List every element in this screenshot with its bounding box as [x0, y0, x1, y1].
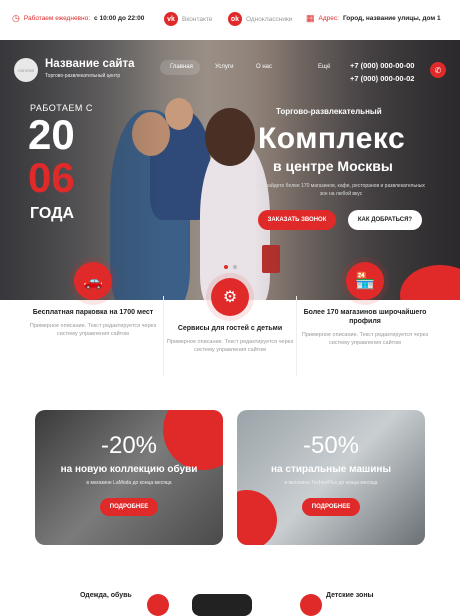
hero-description: Вы найдете более 170 магазинов, кафе, ре… — [257, 183, 425, 197]
category-image — [192, 594, 252, 616]
promo-details-button[interactable]: ПОДРОБНЕЕ — [100, 498, 158, 516]
promo-percent: -20% — [100, 432, 158, 459]
years-label: ГОДА — [30, 205, 75, 222]
category-kids[interactable]: Детские зоны — [326, 592, 374, 599]
feature-parking: 🚗 Бесплатная парковка на 1700 мест Приме… — [28, 262, 158, 338]
slider-dot-1[interactable] — [224, 265, 228, 269]
promo-subtitle: в магазине TechnoPlus до конца месяца — [284, 480, 378, 486]
hours: ◷ Работаем ежедневно: с 10:00 до 22:00 — [12, 14, 144, 23]
slider-dots — [224, 265, 237, 269]
nav-services[interactable]: Услуги — [215, 64, 233, 70]
ok-label: Одноклассники — [246, 15, 293, 23]
nav-about[interactable]: О нас — [256, 64, 272, 70]
hours-label: Работаем ежедневно: — [23, 15, 91, 22]
address: ▦ Адрес: Город, название улицы, дом 1 — [306, 14, 441, 23]
vk-icon: vk — [164, 12, 178, 26]
feature-shops: 🏪 Более 170 магазинов широчайшего профил… — [300, 262, 430, 347]
nav-home[interactable]: Главная — [170, 64, 193, 70]
phone-icon[interactable]: ✆ — [430, 62, 446, 78]
promo-card-shoes[interactable]: -20% на новую коллекцию обуви в магазине… — [35, 410, 223, 545]
feature-title: Сервисы для гостей с детьми — [177, 325, 283, 332]
category-clothes-icon — [147, 594, 169, 616]
phone-1[interactable]: +7 (000) 000-00-00 — [350, 59, 414, 72]
divider — [296, 296, 297, 376]
hero-subtitle: Торгово-развлекательный — [276, 107, 382, 116]
site-name[interactable]: Название сайта — [45, 58, 135, 70]
phone-2[interactable]: +7 (000) 000-00-02 — [350, 72, 414, 85]
hours-value: с 10:00 до 22:00 — [94, 15, 145, 22]
slider-dot-2[interactable] — [233, 265, 237, 269]
route-button[interactable]: КАК ДОБРАТЬСЯ? — [348, 210, 422, 230]
year-top: 20 — [28, 111, 75, 158]
vk-label: Вконтакте — [182, 15, 213, 23]
address-value: Город, название улицы, дом 1 — [342, 15, 441, 22]
car-icon: 🚗 — [74, 262, 112, 300]
nav-more[interactable]: Ещё — [318, 64, 330, 70]
call-button[interactable]: ЗАКАЗАТЬ ЗВОНОК — [258, 210, 336, 230]
phones: +7 (000) 000-00-00 +7 (000) 000-00-02 — [350, 59, 414, 85]
shop-icon: 🏪 — [346, 262, 384, 300]
promo-percent: -50% — [302, 432, 360, 459]
vk-link[interactable]: vk Вконтакте — [164, 12, 212, 26]
feature-desc: Примерное описание. Текст редактируется … — [29, 323, 157, 337]
feature-desc: Примерное описание. Текст редактируется … — [166, 339, 294, 353]
hero-title: Комплекс — [258, 122, 406, 155]
divider — [163, 296, 164, 376]
hero-title-2: в центре Москвы — [273, 158, 393, 174]
logo[interactable]: логотип — [14, 58, 38, 82]
clock-icon: ◷ — [12, 13, 20, 23]
ok-icon: ok — [228, 12, 242, 26]
feature-title: Бесплатная парковка на 1700 мест — [32, 309, 154, 316]
year-bottom: 06 — [28, 154, 75, 201]
promo-subtitle: в магазине LaModa до конца месяца — [86, 480, 172, 486]
promo-card-washers[interactable]: -50% на стиральные машины в магазине Tec… — [237, 410, 425, 545]
feature-desc: Примерное описание. Текст редактируется … — [301, 332, 429, 346]
feature-kids: ⚙ Сервисы для гостей с детьми Примерное … — [165, 278, 295, 354]
topbar: ◷ Работаем ежедневно: с 10:00 до 22:00 v… — [0, 0, 460, 40]
promo-title: на стиральные машины — [271, 464, 391, 475]
promo-details-button[interactable]: ПОДРОБНЕЕ — [302, 498, 360, 516]
category-clothes[interactable]: Одежда, обувь — [80, 592, 132, 599]
address-label: Адрес: — [318, 15, 339, 22]
stroller-icon: ⚙ — [211, 278, 249, 316]
promo-title: на новую коллекцию обуви — [60, 464, 198, 475]
ok-link[interactable]: ok Одноклассники — [228, 12, 292, 26]
category-kids-icon — [300, 594, 322, 616]
feature-title: Более 170 магазинов широчайшего профиля — [303, 309, 427, 325]
site-subtitle: Торгово-развлекательный центр — [45, 73, 121, 79]
building-icon: ▦ — [306, 13, 315, 23]
